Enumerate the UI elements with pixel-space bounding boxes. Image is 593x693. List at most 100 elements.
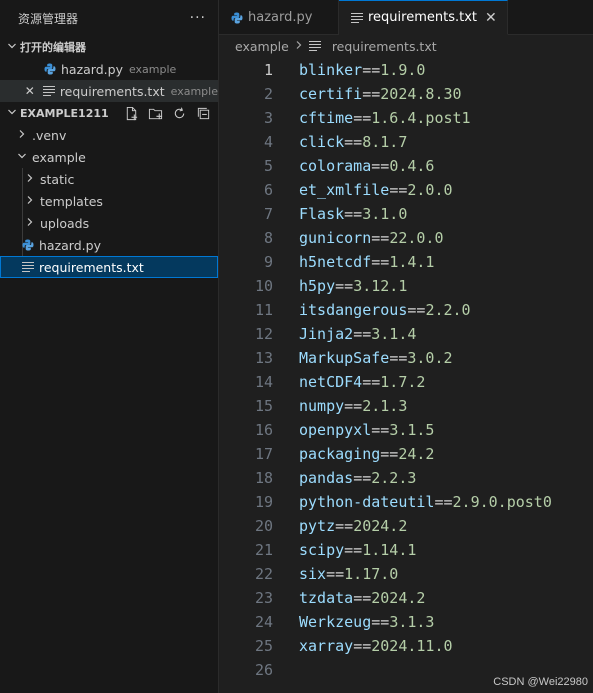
line-number: 11 [254, 301, 273, 319]
operator: == [371, 157, 390, 175]
package-name: numpy [299, 397, 345, 415]
package-name: colorama [299, 157, 372, 175]
version: 3.1.5 [389, 421, 435, 439]
version: 3.1.4 [371, 325, 417, 343]
code-line[interactable]: 17 packaging == 24.2 [219, 442, 593, 466]
chevron-right-icon [22, 173, 38, 186]
close-icon[interactable]: ✕ [485, 10, 497, 26]
code-line[interactable]: 19 python-dateutil == 2.9.0.post0 [219, 490, 593, 514]
code-view[interactable]: 1 blinker == 1.9.0 2 certifi == 2024.8.30 3 cftim… [219, 58, 593, 682]
code-line[interactable]: 10 h5py == 3.12.1 [219, 274, 593, 298]
package-name: netCDF4 [299, 373, 363, 391]
code-line[interactable]: 3 cftime == 1.6.4.post1 [219, 106, 593, 130]
open-editor-name: hazard.py [61, 61, 123, 77]
code-line[interactable]: 9 h5netcdf == 1.4.1 [219, 250, 593, 274]
explorer-actions [122, 104, 212, 122]
explorer-title: 资源管理器 [18, 11, 79, 26]
operator: == [335, 277, 354, 295]
line-number: 5 [263, 157, 273, 175]
more-actions-icon[interactable]: ··· [190, 10, 206, 26]
text-file-icon [43, 85, 55, 97]
code-line[interactable]: 6 et_xmlfile == 2.0.0 [219, 178, 593, 202]
text-file-icon [351, 12, 363, 24]
code-line[interactable]: 8 gunicorn == 22.0.0 [219, 226, 593, 250]
package-name: cftime [299, 109, 354, 127]
code-line[interactable]: 2 certifi == 2024.8.30 [219, 82, 593, 106]
open-editors-label: 打开的编辑器 [20, 41, 86, 54]
code-line[interactable]: 5 colorama == 0.4.6 [219, 154, 593, 178]
code-line[interactable]: 15 numpy == 2.1.3 [219, 394, 593, 418]
line-number: 10 [254, 277, 273, 295]
operator: == [434, 493, 453, 511]
code-line[interactable]: 18 pandas == 2.2.3 [219, 466, 593, 490]
package-name: packaging [299, 445, 381, 463]
workspace-header[interactable]: EXAMPLE1211 [0, 102, 218, 124]
package-name: et_xmlfile [299, 181, 390, 199]
code-line[interactable]: 7 Flask == 3.1.0 [219, 202, 593, 226]
code-line[interactable]: 4 click == 8.1.7 [219, 130, 593, 154]
refresh-icon[interactable] [170, 104, 188, 122]
code-line[interactable]: 24 Werkzeug == 3.1.3 [219, 610, 593, 634]
package-name: Flask [299, 205, 345, 223]
version: 22.0.0 [389, 229, 444, 247]
text-file-icon [22, 261, 34, 273]
editor-area: hazard.py requirements.txt ✕ example req… [219, 0, 593, 693]
code-line[interactable]: 25 xarray == 2024.11.0 [219, 634, 593, 658]
breadcrumb-file[interactable]: requirements.txt [332, 39, 437, 54]
open-editors-header[interactable]: 打开的编辑器 [0, 36, 218, 58]
vscode-window: 资源管理器 ··· 打开的编辑器 hazard.py example ✕ req… [0, 0, 593, 693]
code-line[interactable]: 13 MarkupSafe == 3.0.2 [219, 346, 593, 370]
version: 2.9.0.post0 [452, 493, 552, 511]
tab-requirements-txt[interactable]: requirements.txt ✕ [339, 0, 508, 35]
collapse-all-icon[interactable] [194, 104, 212, 122]
tree-item-requirements-txt[interactable]: requirements.txt [0, 256, 218, 278]
line-number: 21 [254, 541, 273, 559]
package-name: Werkzeug [299, 613, 372, 631]
open-editor-hazard-py[interactable]: hazard.py example [0, 58, 218, 80]
operator: == [389, 349, 408, 367]
tree-item-label: templates [40, 193, 103, 209]
package-name: h5netcdf [299, 253, 372, 271]
new-folder-icon[interactable] [146, 104, 164, 122]
tree-item-venv[interactable]: .venv [0, 124, 218, 146]
line-number: 24 [254, 613, 273, 631]
line-number: 1 [263, 61, 273, 79]
tree-item-templates[interactable]: templates [0, 190, 218, 212]
operator: == [353, 469, 372, 487]
operator: == [389, 181, 408, 199]
breadcrumb-folder[interactable]: example [235, 39, 289, 54]
operator: == [380, 445, 399, 463]
chevron-down-icon [14, 151, 30, 164]
code-line[interactable]: 12 Jinja2 == 3.1.4 [219, 322, 593, 346]
version: 2024.2 [371, 589, 426, 607]
tab-hazard-py[interactable]: hazard.py [219, 0, 339, 35]
new-file-icon[interactable] [122, 104, 140, 122]
code-line[interactable]: 14 netCDF4 == 1.7.2 [219, 370, 593, 394]
python-file-icon [44, 63, 56, 75]
operator: == [353, 637, 372, 655]
open-editor-requirements-txt[interactable]: ✕ requirements.txt example [0, 80, 218, 102]
code-line[interactable]: 23 tzdata == 2024.2 [219, 586, 593, 610]
tab-label: requirements.txt [368, 10, 478, 25]
line-number: 20 [254, 517, 273, 535]
code-line[interactable]: 16 openpyxl == 3.1.5 [219, 418, 593, 442]
code-line[interactable]: 1 blinker == 1.9.0 [219, 58, 593, 82]
code-line[interactable]: 21 scipy == 1.14.1 [219, 538, 593, 562]
operator: == [362, 373, 381, 391]
code-line[interactable]: 20 pytz == 2024.2 [219, 514, 593, 538]
code-line[interactable]: 22 six == 1.17.0 [219, 562, 593, 586]
tree-item-hazard-py[interactable]: hazard.py [0, 234, 218, 256]
tree-item-example[interactable]: example [0, 146, 218, 168]
code-line[interactable]: 11 itsdangerous == 2.2.0 [219, 298, 593, 322]
tree-item-static[interactable]: static [0, 168, 218, 190]
python-file-icon [22, 239, 34, 251]
line-number: 17 [254, 445, 273, 463]
operator: == [371, 253, 390, 271]
line-number: 8 [263, 229, 273, 247]
line-number: 13 [254, 349, 273, 367]
chevron-down-icon [4, 107, 20, 120]
tree-item-uploads[interactable]: uploads [0, 212, 218, 234]
close-icon[interactable]: ✕ [22, 84, 37, 98]
line-number: 22 [254, 565, 273, 583]
package-name: Jinja2 [299, 325, 354, 343]
